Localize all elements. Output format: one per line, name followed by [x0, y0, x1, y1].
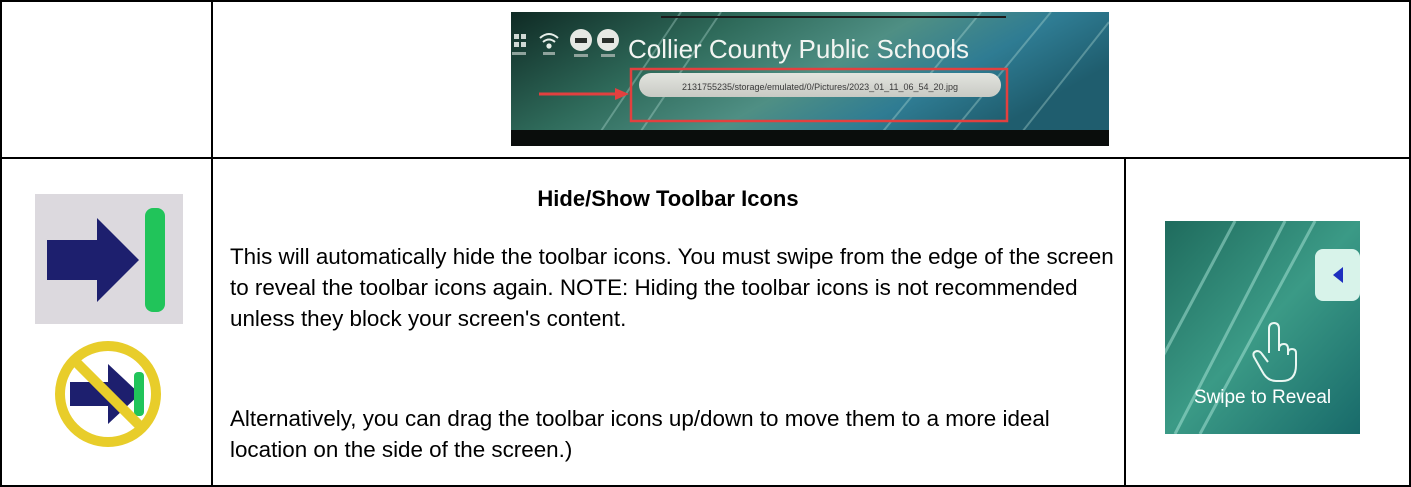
document-table: Collier County Public Schools 2131755235…: [0, 0, 1411, 487]
panel-screenshot: Collier County Public Schools 2131755235…: [511, 12, 1109, 146]
table-column-divider-2: [1124, 157, 1126, 487]
arrow-to-bar-icon: [35, 194, 183, 324]
section-heading: Hide/Show Toolbar Icons: [537, 186, 799, 211]
table-column-divider-1: [211, 0, 213, 487]
chevron-left-icon: [1315, 249, 1360, 301]
prohibited-arrow-icon: [48, 332, 168, 452]
swipe-caption: Swipe to Reveal: [1193, 387, 1332, 408]
instruction-paragraph: This will automatically hide the toolbar…: [230, 244, 1114, 331]
table-border-left: [0, 0, 2, 487]
banner-title: Collier County Public Schools: [628, 34, 970, 64]
file-path-text: 2131755235/storage/emulated/0/Pictures/2…: [681, 82, 959, 92]
swipe-reveal-screenshot: Swipe to Reveal: [1165, 221, 1360, 434]
alternative-paragraph: Alternatively, you can drag the toolbar …: [230, 406, 1050, 462]
